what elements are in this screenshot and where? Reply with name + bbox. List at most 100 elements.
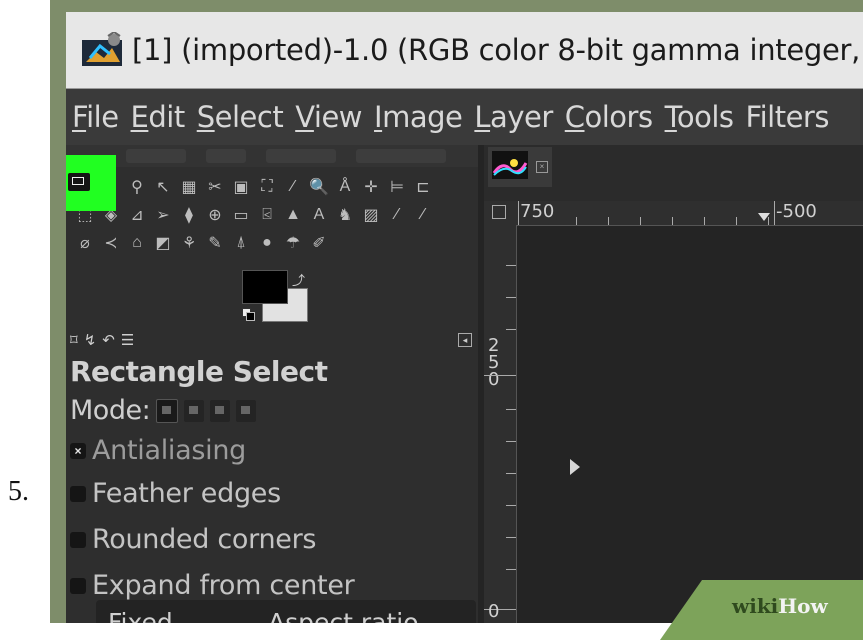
perspective-clone-icon[interactable]: ⍋ <box>228 232 254 254</box>
rounded-corners-option[interactable]: Rounded corners <box>70 524 316 555</box>
paths-icon[interactable]: ⛶ <box>254 176 280 198</box>
gradient-icon[interactable]: ▨ <box>358 204 384 226</box>
ruler-tick <box>484 375 516 376</box>
perspective-icon[interactable]: ➢ <box>150 204 176 226</box>
color-select-icon[interactable]: ▦ <box>176 176 202 198</box>
unified-transform-icon[interactable]: ⧫ <box>176 204 202 226</box>
shear-icon[interactable]: ⊿ <box>124 204 150 226</box>
chevron-down-icon[interactable]: ⌄ <box>442 608 463 623</box>
undo-history-tab-icon[interactable]: ↶ <box>102 331 115 349</box>
ruler-tick <box>640 217 641 225</box>
handle-transform-icon[interactable]: ⊕ <box>202 204 228 226</box>
crop-icon[interactable]: ⊏ <box>410 176 436 198</box>
image-tab[interactable]: × <box>488 147 552 187</box>
menu-filters[interactable]: Filters <box>746 100 830 134</box>
close-tab-icon[interactable]: × <box>536 161 548 173</box>
text-icon[interactable]: A <box>306 204 332 226</box>
mode-replace-icon[interactable] <box>156 398 179 423</box>
ruler-tick <box>608 217 609 225</box>
device-status-tab-icon[interactable]: ↯ <box>84 331 97 349</box>
rectangle-select-tool-highlight[interactable] <box>66 155 116 211</box>
tab-menu-icon[interactable]: ◂ <box>458 333 472 347</box>
ruler-label: -500 <box>776 201 817 222</box>
menu-colors[interactable]: Colors <box>565 100 653 134</box>
fuzzy-select-icon[interactable]: ↖ <box>150 176 176 198</box>
expand-from-center-option[interactable]: Expand from center <box>70 570 355 601</box>
vertical-ruler[interactable]: 2 5 0 0 <box>484 225 517 623</box>
image-canvas[interactable] <box>517 226 863 623</box>
images-tab-icon[interactable]: ☰ <box>121 331 134 349</box>
antialiasing-option[interactable]: × Antialiasing <box>70 435 246 466</box>
wikihow-watermark: wikiHow <box>732 594 828 618</box>
rounded-corners-checkbox[interactable] <box>70 531 86 548</box>
pencil-icon[interactable]: ∕ <box>384 204 410 226</box>
menu-image[interactable]: Image <box>374 100 463 134</box>
quick-mask-icon[interactable] <box>492 205 506 219</box>
antialiasing-label: Antialiasing <box>92 435 246 466</box>
smudge-icon[interactable]: ☂ <box>280 232 306 254</box>
collapse-arrow-icon[interactable] <box>570 459 580 475</box>
mypaint-brush-icon[interactable]: ◩ <box>150 232 176 254</box>
menu-select[interactable]: Select <box>197 100 284 134</box>
align-icon[interactable]: ⊨ <box>384 176 410 198</box>
gimp-app-icon <box>80 32 124 68</box>
paintbrush-icon[interactable]: ∕ <box>410 204 436 226</box>
expand-from-center-label: Expand from center <box>92 570 355 601</box>
ink-icon[interactable]: ⌂ <box>124 232 150 254</box>
mode-subtract-icon[interactable] <box>210 399 231 422</box>
mode-intersect-icon[interactable] <box>236 399 257 422</box>
mode-row: Mode: <box>70 395 257 426</box>
color-picker-icon[interactable]: ⁄ <box>280 176 306 198</box>
menu-view[interactable]: View <box>295 100 362 134</box>
zoom-icon[interactable]: 🔍 <box>306 176 332 198</box>
default-colors-icon[interactable] <box>242 308 255 321</box>
ruler-tick <box>736 217 737 225</box>
tool-options-tab-icon[interactable]: ⌑ <box>70 331 78 349</box>
heal-icon[interactable]: ✎ <box>202 232 228 254</box>
gimp-window: [1] (imported)-1.0 (RGB color 8-bit gamm… <box>66 12 863 623</box>
warp-transform-icon[interactable]: ▲ <box>280 204 306 226</box>
horizontal-ruler[interactable]: 750 -500 <box>516 201 863 226</box>
toolbox-header <box>66 145 478 167</box>
fixed-label: Fixed <box>108 608 173 623</box>
scissors-select-icon[interactable]: ✂ <box>202 176 228 198</box>
ruler-tick <box>506 505 516 506</box>
ruler-tick <box>576 217 577 225</box>
antialiasing-checkbox[interactable]: × <box>70 442 86 459</box>
menu-layer[interactable]: Layer <box>474 100 553 134</box>
eraser-icon[interactable]: ⌀ <box>72 232 98 254</box>
dodge-burn-icon[interactable]: ✐ <box>306 232 332 254</box>
menu-edit[interactable]: Edit <box>131 100 186 134</box>
bucket-fill-icon[interactable]: ♞ <box>332 204 358 226</box>
free-select-icon[interactable]: ⚲ <box>124 176 150 198</box>
menu-file[interactable]: File <box>72 100 119 134</box>
ruler-label: 750 <box>520 201 555 222</box>
mode-add-icon[interactable] <box>184 399 205 422</box>
ruler-tick <box>506 569 516 570</box>
faded-tab <box>206 149 246 163</box>
clone-icon[interactable]: ⚘ <box>176 232 202 254</box>
ruler-label: 0 <box>488 601 500 622</box>
airbrush-icon[interactable]: ≺ <box>98 232 124 254</box>
rectangle-select-icon[interactable] <box>68 173 90 191</box>
blur-icon[interactable]: ● <box>254 232 280 254</box>
move-icon[interactable]: ✛ <box>358 176 384 198</box>
menu-tools[interactable]: Tools <box>665 100 734 134</box>
foreground-color-swatch[interactable] <box>242 270 288 304</box>
ruler-pointer-icon <box>758 213 770 221</box>
fixed-aspect-row[interactable]: Fixed Aspect ratio ⌄ <box>96 600 476 623</box>
feather-edges-checkbox[interactable] <box>70 485 86 502</box>
swap-colors-icon[interactable]: ⤴ <box>292 270 305 289</box>
expand-from-center-checkbox[interactable] <box>70 577 86 594</box>
ruler-tick <box>518 201 519 225</box>
tool-grid: ◌ ⚲ ↖ ▦ ✂ ▣ ⛶ ⁄ 🔍 Å ✛ ⊨ ⊏ ⬚ ◈ ⊿ <box>72 173 472 257</box>
aspect-ratio-dropdown[interactable]: Aspect ratio <box>268 608 419 623</box>
feather-edges-option[interactable]: Feather edges <box>70 478 281 509</box>
flip-icon[interactable]: ▭ <box>228 204 254 226</box>
cage-transform-icon[interactable]: ⍃ <box>254 204 280 226</box>
ruler-corner[interactable] <box>484 201 516 225</box>
tool-row: ◌ ⚲ ↖ ▦ ✂ ▣ ⛶ ⁄ 🔍 Å ✛ ⊨ ⊏ <box>72 173 472 201</box>
foreground-select-icon[interactable]: ▣ <box>228 176 254 198</box>
rounded-corners-label: Rounded corners <box>92 524 317 555</box>
measure-icon[interactable]: Å <box>332 176 358 198</box>
